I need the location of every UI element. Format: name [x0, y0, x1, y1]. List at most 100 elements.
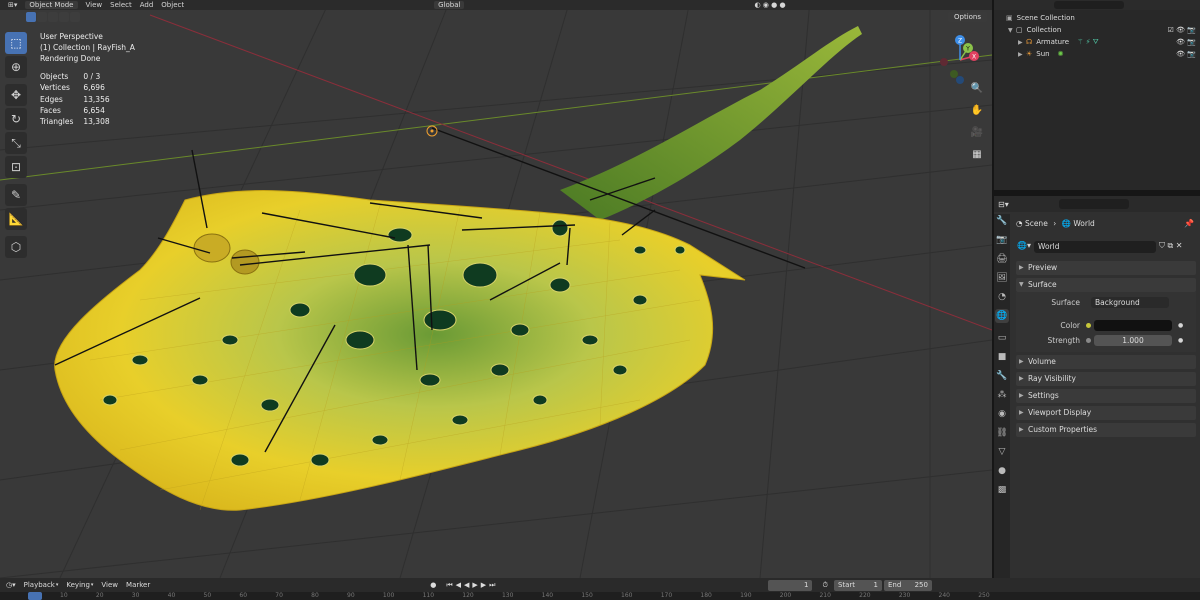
playback-controls-icon[interactable]: ⏮◀◀▶▶⏭: [446, 581, 498, 590]
end-frame-field[interactable]: End 250: [883, 579, 932, 591]
world-browse-icon[interactable]: 🌐▾: [1017, 241, 1031, 250]
transform-icon[interactable]: ⊡: [5, 156, 27, 178]
view-layer-tab-icon[interactable]: 🖼: [995, 271, 1009, 285]
ray-eye-left: [193, 233, 231, 263]
tool-tab-icon[interactable]: 🔧: [995, 214, 1009, 228]
clock-editor-icon[interactable]: ◷▾: [6, 581, 16, 589]
select-difference-icon[interactable]: [59, 12, 69, 22]
start-frame-field[interactable]: Start 1: [833, 579, 882, 591]
world-tab-icon[interactable]: 🌐: [995, 309, 1009, 323]
measure-icon[interactable]: 📐: [5, 208, 27, 230]
properties-search-input[interactable]: [1058, 199, 1129, 209]
chevron-right-icon: ▶: [1019, 392, 1024, 399]
data-tab-icon[interactable]: ▽: [995, 445, 1009, 459]
gizmo-x-label[interactable]: X: [972, 54, 976, 61]
select-subtract-icon[interactable]: [48, 12, 58, 22]
collection-tab-icon[interactable]: ▭: [995, 331, 1009, 345]
panel-surface[interactable]: ▼ Surface: [1016, 278, 1196, 292]
menu-view[interactable]: View: [101, 581, 118, 589]
outliner-armature[interactable]: ▶ ☊ Armature ⚚ ⚡ ⛛ 👁 📷: [994, 36, 1200, 48]
rotate-icon[interactable]: ↻: [5, 108, 27, 130]
menu-playback[interactable]: Playback: [24, 581, 55, 589]
constraints-tab-icon[interactable]: ⛓: [995, 426, 1009, 440]
world-name-field[interactable]: World: [1034, 241, 1156, 253]
expand-down-icon[interactable]: ▼: [1008, 27, 1016, 34]
physics-tab-icon[interactable]: ◉: [995, 407, 1009, 421]
menu-keying[interactable]: Keying: [66, 581, 90, 589]
outliner-collection[interactable]: ▼ ▢ Collection ☑ 👁 📷: [994, 24, 1200, 36]
panel-custom-properties[interactable]: ▶ Custom Properties: [1016, 423, 1196, 437]
playhead[interactable]: [28, 592, 42, 600]
outliner-scene-collection[interactable]: ▣ Scene Collection: [994, 12, 1200, 24]
perspective-grid-icon[interactable]: ▦: [968, 149, 986, 167]
outliner-search-input[interactable]: [1054, 1, 1124, 9]
menu-marker[interactable]: Marker: [126, 581, 150, 589]
panel-preview[interactable]: ▶ Preview: [1016, 261, 1196, 275]
annotate-icon[interactable]: ✎: [5, 184, 27, 206]
strength-row: Strength 1.000 ●: [1047, 335, 1184, 346]
navigation-gizmo[interactable]: Z Y X: [934, 34, 986, 86]
orientation-dropdown[interactable]: Global: [434, 1, 465, 9]
tool-shelf: ⬚ ⊕ ✥ ↻ ⤡ ⊡ ✎ 📐 ⬡: [5, 32, 29, 260]
camera-icon[interactable]: 🎥: [968, 127, 986, 145]
scene-statistics: Objects 0 / 3 Vertices 6,696 Edges 13,356 F…: [40, 72, 110, 127]
frame-ruler[interactable]: 10 20 30 40 50 60 70 80 90 100 110 120 1…: [0, 592, 1200, 600]
color-swatch-field[interactable]: [1094, 320, 1172, 331]
expand-right-icon[interactable]: ▶: [1018, 51, 1026, 58]
collection-visibility-icons[interactable]: ☑ 👁 📷: [1168, 26, 1196, 34]
scene-tab-icon[interactable]: ◔: [995, 290, 1009, 304]
editor-type-icon[interactable]: ⊟▾: [998, 200, 1009, 209]
panel-ray-visibility[interactable]: ▶ Ray Visibility: [1016, 372, 1196, 386]
expand-right-icon[interactable]: ▶: [1018, 39, 1026, 46]
pin-icon[interactable]: 📌: [1184, 219, 1194, 228]
menu-add[interactable]: Add: [140, 1, 154, 9]
render-tab-icon[interactable]: 📷: [995, 233, 1009, 247]
mode-dropdown[interactable]: Object Mode: [25, 1, 78, 9]
viewport-scene[interactable]: [0, 0, 992, 578]
surface-shader-field[interactable]: Background: [1091, 297, 1169, 308]
gizmo-y-label[interactable]: Y: [965, 46, 970, 53]
select-new-icon[interactable]: [26, 12, 36, 22]
chevron-right-icon: ▶: [1019, 426, 1024, 433]
menu-object[interactable]: Object: [161, 1, 184, 9]
menu-view[interactable]: View: [86, 1, 103, 9]
menu-select[interactable]: Select: [110, 1, 132, 9]
particles-tab-icon[interactable]: ⁂: [995, 388, 1009, 402]
properties-header: ⊟▾: [994, 196, 1200, 212]
outliner-sun[interactable]: ▶ ☀ Sun ✺ 👁 📷: [994, 48, 1200, 60]
armature-data-icons[interactable]: ⚚ ⚡ ⛛: [1077, 38, 1099, 47]
armature-visibility-icons[interactable]: 👁 📷: [1176, 38, 1196, 46]
select-box-icon[interactable]: ⬚: [5, 32, 27, 54]
sun-visibility-icons[interactable]: 👁 📷: [1176, 50, 1196, 58]
move-icon[interactable]: ✥: [5, 84, 27, 106]
options-button[interactable]: Options: [948, 12, 988, 22]
add-cube-icon[interactable]: ⬡: [5, 236, 27, 258]
3d-viewport[interactable]: ⊞▾ Object Mode View Select Add Object Gl…: [0, 0, 992, 578]
zoom-icon[interactable]: 🔍: [968, 83, 986, 101]
output-tab-icon[interactable]: 🖨: [995, 252, 1009, 266]
chevron-right-icon: ▶: [1019, 264, 1024, 271]
panel-viewport-display[interactable]: ▶ Viewport Display: [1016, 406, 1196, 420]
current-frame-field[interactable]: 1: [768, 579, 813, 591]
editor-type-icon[interactable]: ⊞▾: [8, 1, 17, 9]
gizmo-z-label[interactable]: Z: [958, 38, 962, 45]
sun-data-icon[interactable]: ✺: [1058, 50, 1064, 58]
panel-settings[interactable]: ▶ Settings: [1016, 389, 1196, 403]
keyframe-dot-icon[interactable]: ●: [1178, 337, 1183, 344]
object-tab-icon[interactable]: ■: [995, 350, 1009, 364]
select-intersect-icon[interactable]: [70, 12, 80, 22]
keyframe-dot-icon[interactable]: ●: [1178, 322, 1183, 329]
pan-hand-icon[interactable]: ✋: [968, 105, 986, 123]
material-tab-icon[interactable]: ●: [995, 464, 1009, 478]
record-icon[interactable]: ●: [430, 581, 436, 589]
stopwatch-icon[interactable]: ⏱: [822, 581, 827, 590]
scale-icon[interactable]: ⤡: [5, 132, 27, 154]
shading-icons[interactable]: ◐ ◉ ● ●: [754, 1, 785, 9]
modifier-tab-icon[interactable]: 🔧: [995, 369, 1009, 383]
panel-volume[interactable]: ▶ Volume: [1016, 355, 1196, 369]
texture-tab-icon[interactable]: ▩: [995, 483, 1009, 497]
world-datablock-icons[interactable]: ⛉ ⧉ ✕: [1159, 241, 1183, 251]
select-extend-icon[interactable]: [37, 12, 47, 22]
strength-field[interactable]: 1.000: [1094, 335, 1172, 346]
cursor-icon[interactable]: ⊕: [5, 56, 27, 78]
